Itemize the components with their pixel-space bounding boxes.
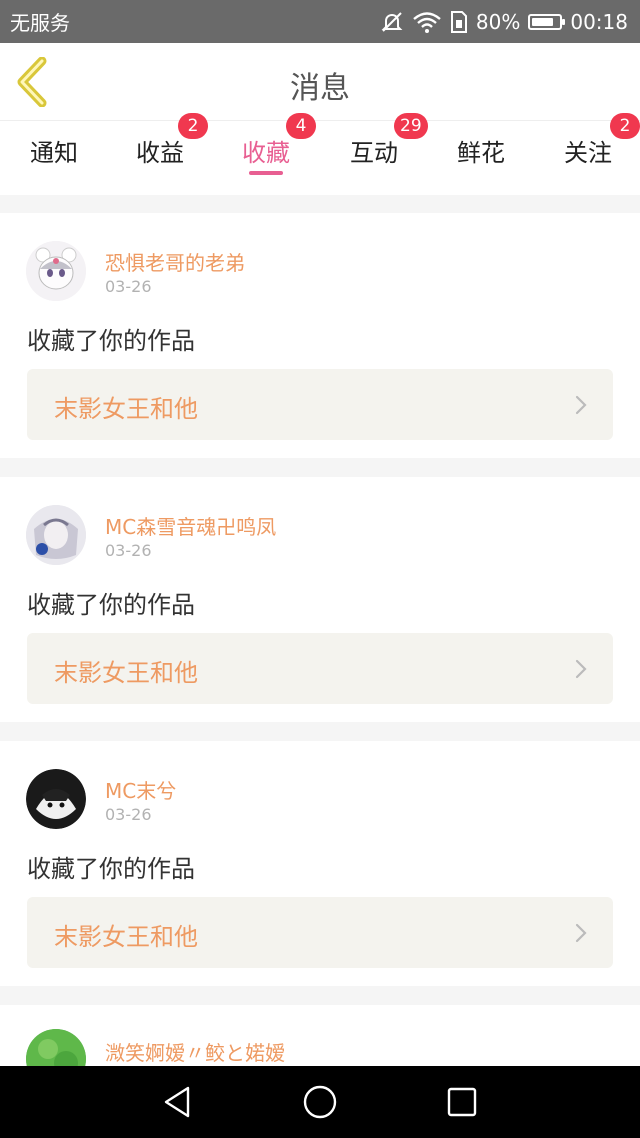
avatar[interactable] xyxy=(26,241,86,301)
chevron-right-icon xyxy=(575,395,587,415)
carrier-text: 无服务 xyxy=(10,11,70,35)
tab-label: 鲜花 xyxy=(457,139,505,167)
work-title: 末影女王和他 xyxy=(54,923,198,951)
unread-badge: 2 xyxy=(178,113,208,139)
avatar-image xyxy=(26,241,86,301)
sim-icon xyxy=(450,10,467,33)
work-title: 末影女王和他 xyxy=(54,395,198,423)
tab-interaction[interactable]: 互动 29 xyxy=(320,113,428,195)
work-title: 末影女王和他 xyxy=(54,659,198,687)
tab-notice[interactable]: 通知 xyxy=(0,121,108,195)
battery-icon xyxy=(528,13,566,30)
avatar-image xyxy=(26,769,86,829)
tab-favorites[interactable]: 收藏 4 xyxy=(212,113,320,195)
tab-label: 互动 xyxy=(350,139,398,167)
back-triangle-icon xyxy=(164,1086,190,1118)
tab-label: 通知 xyxy=(30,139,78,167)
mute-icon xyxy=(381,11,403,32)
avatar-image xyxy=(26,1029,86,1066)
battery-fill xyxy=(532,17,554,26)
recents-square-icon xyxy=(447,1087,477,1117)
message-card: MC森雪音魂卍鸣凤 03-26 收藏了你的作品 末影女王和他 xyxy=(0,477,640,722)
message-card: 恐惧老哥的老弟 03-26 收藏了你的作品 末影女王和他 xyxy=(0,213,640,458)
nav-home-button[interactable] xyxy=(302,1084,338,1120)
tab-flowers[interactable]: 鲜花 xyxy=(427,121,535,195)
action-text: 收藏了你的作品 xyxy=(27,591,195,619)
header: 消息 xyxy=(0,43,640,121)
avatar[interactable] xyxy=(26,505,86,565)
active-tab-indicator xyxy=(249,171,283,175)
username[interactable]: MC末兮 xyxy=(105,775,176,804)
status-icons: 80% 00:18 xyxy=(380,10,628,34)
nav-recents-button[interactable] xyxy=(444,1084,480,1120)
message-date: 03-26 xyxy=(105,277,152,296)
work-link[interactable]: 末影女王和他 xyxy=(27,897,613,968)
username[interactable]: 溦笑婀嫒〃鲛と婼嫒 xyxy=(105,1037,285,1066)
tab-label: 收益 xyxy=(136,139,184,167)
message-card: MC末兮 03-26 收藏了你的作品 末影女王和他 xyxy=(0,741,640,986)
action-text: 收藏了你的作品 xyxy=(27,855,195,883)
tab-follow[interactable]: 关注 2 xyxy=(534,113,640,195)
tab-earnings[interactable]: 收益 2 xyxy=(106,113,214,195)
work-link[interactable]: 末影女王和他 xyxy=(27,633,613,704)
avatar-image xyxy=(26,505,86,565)
unread-badge: 2 xyxy=(610,113,640,139)
avatar[interactable] xyxy=(26,769,86,829)
work-link[interactable]: 末影女王和他 xyxy=(27,369,613,440)
username[interactable]: MC森雪音魂卍鸣凤 xyxy=(105,511,276,540)
tab-bar: 通知 收益 2 收藏 4 互动 29 鲜花 关注 2 xyxy=(0,113,640,195)
battery-percent: 80% xyxy=(475,9,521,34)
status-bar: 无服务 80% 00:18 xyxy=(0,0,640,43)
chevron-right-icon xyxy=(575,659,587,679)
tab-label: 收藏 xyxy=(242,139,290,167)
action-text: 收藏了你的作品 xyxy=(27,327,195,355)
username[interactable]: 恐惧老哥的老弟 xyxy=(105,247,245,276)
message-card: 溦笑婀嫒〃鲛と婼嫒 xyxy=(0,1005,640,1066)
avatar[interactable] xyxy=(26,1029,86,1066)
chevron-right-icon xyxy=(575,923,587,943)
home-circle-icon xyxy=(303,1085,337,1119)
system-nav-bar xyxy=(0,1066,640,1138)
clock: 00:18 xyxy=(570,9,628,34)
message-date: 03-26 xyxy=(105,541,152,560)
wifi-icon xyxy=(413,11,441,33)
nav-back-button[interactable] xyxy=(160,1084,196,1120)
unread-badge: 29 xyxy=(394,113,428,139)
tab-label: 关注 xyxy=(564,139,612,167)
unread-badge: 4 xyxy=(286,113,316,139)
page-title: 消息 xyxy=(290,71,350,106)
message-date: 03-26 xyxy=(105,805,152,824)
